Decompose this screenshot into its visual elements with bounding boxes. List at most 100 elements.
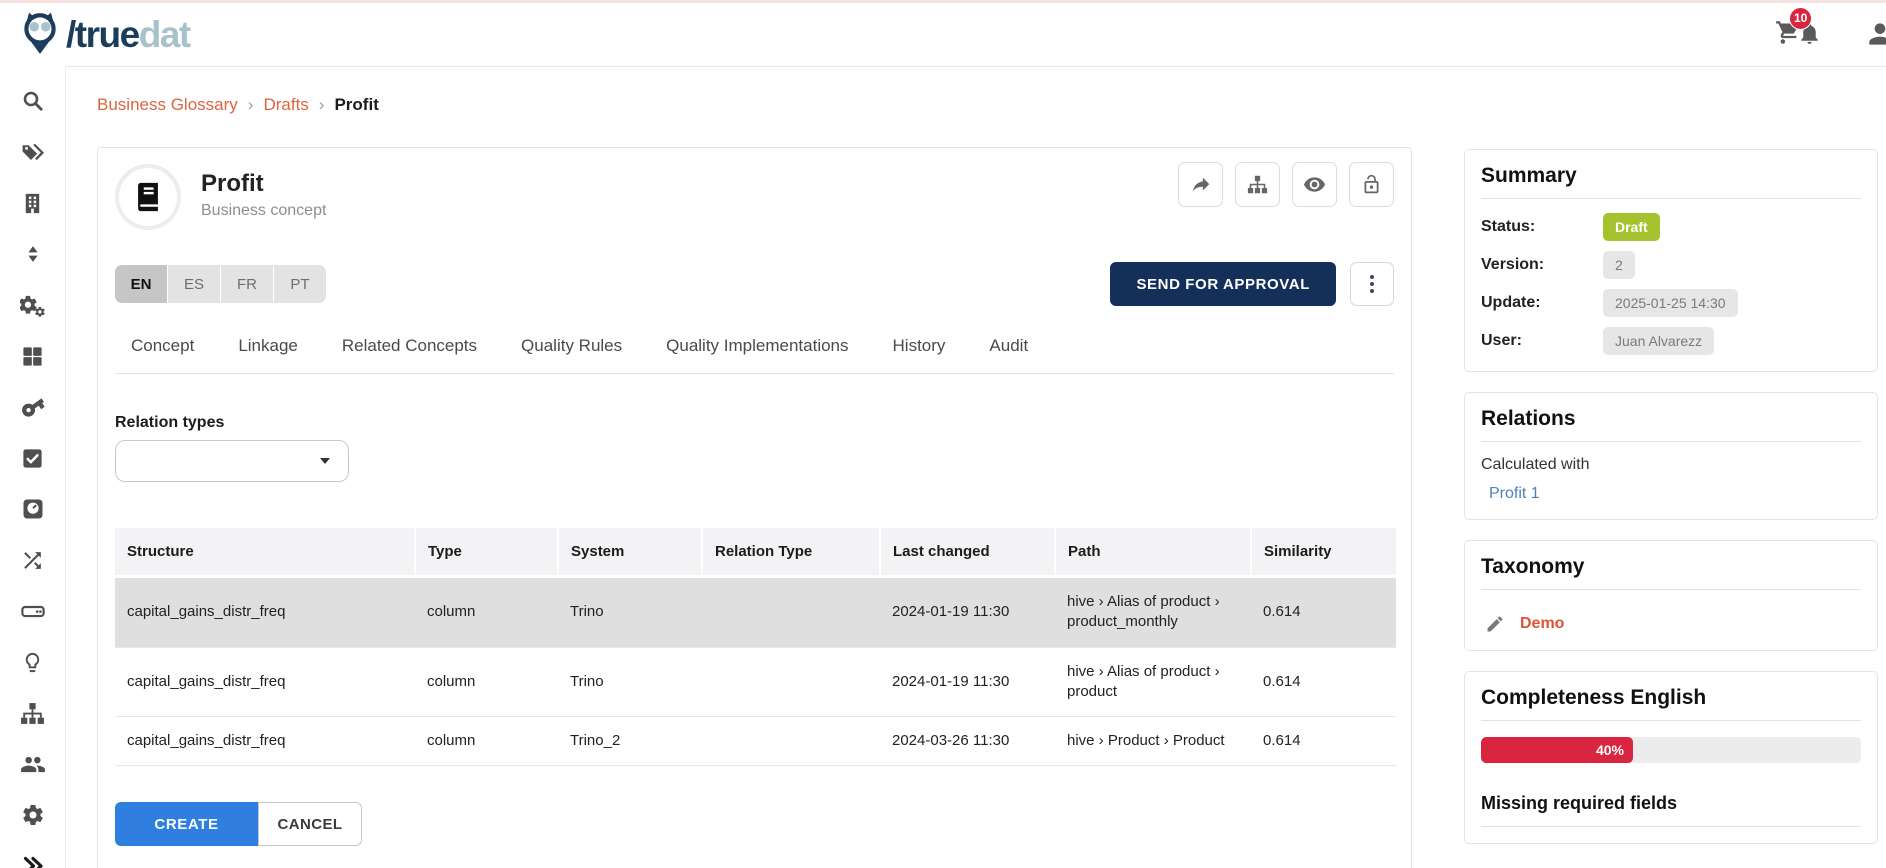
- sidebar-item-search[interactable]: [20, 88, 46, 114]
- sidebar-item-organizations[interactable]: [20, 190, 46, 216]
- concept-card: Profit Business concept: [97, 147, 1412, 868]
- left-sidebar: [0, 66, 66, 868]
- create-button[interactable]: CREATE: [115, 802, 258, 846]
- lightbulb-icon: [21, 651, 44, 674]
- completeness-progress-track: 40%: [1481, 737, 1861, 763]
- gauge-icon: [21, 497, 45, 521]
- owl-logo-icon: [18, 9, 62, 60]
- breadcrumb: Business Glossary › Drafts › Profit: [97, 95, 379, 115]
- cart-count-badge: 10: [1789, 7, 1812, 30]
- taxonomy-panel: Taxonomy Demo: [1464, 540, 1878, 651]
- pencil-icon[interactable]: [1485, 614, 1505, 634]
- tab-audit[interactable]: Audit: [989, 336, 1028, 373]
- sidebar-collapse-toggle[interactable]: [20, 853, 46, 868]
- unlock-button[interactable]: [1349, 162, 1394, 207]
- breadcrumb-current: Profit: [334, 95, 378, 115]
- taxonomy-link-demo[interactable]: Demo: [1520, 615, 1564, 633]
- share-icon: [1190, 174, 1212, 196]
- lineage-button[interactable]: [1235, 162, 1280, 207]
- cell-system: Trino: [558, 647, 702, 717]
- cell-last-changed: 2024-01-19 11:30: [880, 647, 1055, 717]
- related-structures-table: Structure Type System Relation Type Last…: [115, 528, 1396, 766]
- key-icon: [14, 389, 50, 425]
- tab-linkage[interactable]: Linkage: [238, 336, 298, 373]
- table-row[interactable]: capital_gains_distr_freq column Trino 20…: [115, 647, 1396, 717]
- eye-icon: [1303, 173, 1326, 196]
- update-label: Update:: [1481, 294, 1603, 312]
- cell-system: Trino_2: [558, 717, 702, 766]
- share-button[interactable]: [1178, 162, 1223, 207]
- completeness-bar-fill: 40%: [1481, 737, 1633, 763]
- logo-wordmark: /truedat: [66, 16, 190, 53]
- breadcrumb-separator: ›: [319, 95, 325, 115]
- grid-icon: [21, 345, 44, 368]
- sidebar-item-dashboards[interactable]: [20, 343, 46, 369]
- user-menu[interactable]: [1864, 18, 1886, 52]
- concept-tabs: Concept Linkage Related Concepts Quality…: [115, 336, 1394, 374]
- cell-type: column: [415, 647, 558, 717]
- table-row[interactable]: capital_gains_distr_freq column Trino 20…: [115, 577, 1396, 648]
- cell-relation-type: [702, 647, 880, 717]
- relations-group-label: Calculated with: [1481, 456, 1861, 474]
- sidebar-item-configuration[interactable]: [20, 802, 46, 828]
- table-row[interactable]: capital_gains_distr_freq column Trino_2 …: [115, 717, 1396, 766]
- summary-panel: Summary Status: Draft Version: 2 Update:…: [1464, 149, 1878, 372]
- relations-panel: Relations Calculated with Profit 1: [1464, 392, 1878, 520]
- language-tabs: EN ES FR PT: [115, 265, 326, 303]
- sidebar-item-permissions[interactable]: [20, 394, 46, 420]
- cell-system: Trino: [558, 577, 702, 648]
- language-tab-fr[interactable]: FR: [221, 265, 273, 303]
- tags-icon: [20, 140, 45, 165]
- notifications-area[interactable]: 10: [1775, 19, 1822, 51]
- version-label: Version:: [1481, 256, 1603, 274]
- sidebar-item-taxonomy[interactable]: [20, 700, 46, 726]
- book-icon: [131, 180, 165, 214]
- update-badge: 2025-01-25 14:30: [1603, 289, 1738, 317]
- relation-types-label: Relation types: [115, 414, 1394, 432]
- breadcrumb-link-business-glossary[interactable]: Business Glossary: [97, 95, 238, 115]
- version-badge: 2: [1603, 251, 1635, 279]
- unlock-icon: [1361, 174, 1382, 195]
- breadcrumb-link-drafts[interactable]: Drafts: [263, 95, 308, 115]
- cell-last-changed: 2024-01-19 11:30: [880, 577, 1055, 648]
- cell-relation-type: [702, 577, 880, 648]
- sidebar-item-users[interactable]: [20, 751, 46, 777]
- sidebar-item-admin-settings[interactable]: [20, 292, 46, 318]
- chevron-down-icon: [320, 458, 330, 464]
- language-tab-en[interactable]: EN: [115, 265, 167, 303]
- more-options-button[interactable]: [1350, 262, 1394, 306]
- relation-link-profit-1[interactable]: Profit 1: [1489, 485, 1861, 503]
- truedat-logo[interactable]: /truedat: [18, 9, 190, 60]
- sidebar-item-glossary[interactable]: [20, 139, 46, 165]
- tab-quality-implementations[interactable]: Quality Implementations: [666, 336, 848, 373]
- tab-history[interactable]: History: [893, 336, 946, 373]
- sidebar-item-quality[interactable]: [20, 445, 46, 471]
- tab-concept[interactable]: Concept: [131, 336, 194, 373]
- sitemap-icon: [1247, 174, 1268, 195]
- search-icon: [21, 89, 45, 113]
- status-label: Status:: [1481, 218, 1603, 236]
- cell-path: hive › Product › Product: [1055, 717, 1251, 766]
- send-for-approval-button[interactable]: SEND FOR APPROVAL: [1110, 262, 1336, 306]
- cancel-button[interactable]: CANCEL: [258, 802, 362, 846]
- status-badge: Draft: [1603, 213, 1660, 241]
- relation-types-select[interactable]: [115, 440, 349, 482]
- sidebar-item-systems[interactable]: [20, 598, 46, 624]
- sidebar-item-connections[interactable]: [20, 547, 46, 573]
- cell-type: column: [415, 577, 558, 648]
- completeness-title: Completeness English: [1481, 686, 1861, 721]
- user-label: User:: [1481, 332, 1603, 350]
- form-actions: CREATE CANCEL: [115, 802, 1394, 846]
- tab-quality-rules[interactable]: Quality Rules: [521, 336, 622, 373]
- concept-header: Profit Business concept: [115, 164, 1394, 230]
- building-icon: [21, 192, 44, 215]
- cell-similarity: 0.614: [1251, 717, 1396, 766]
- watch-button[interactable]: [1292, 162, 1337, 207]
- sidebar-item-lineage[interactable]: [20, 241, 46, 267]
- language-tab-es[interactable]: ES: [168, 265, 220, 303]
- language-tab-pt[interactable]: PT: [274, 265, 326, 303]
- topbar: /truedat 10: [0, 3, 1886, 66]
- sidebar-item-ideas[interactable]: [20, 649, 46, 675]
- sidebar-item-metrics[interactable]: [20, 496, 46, 522]
- tab-related-concepts[interactable]: Related Concepts: [342, 336, 477, 373]
